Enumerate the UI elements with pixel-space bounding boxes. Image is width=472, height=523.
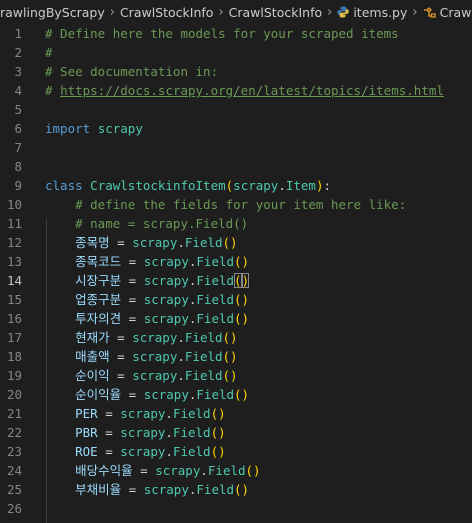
line-number: 22 — [6, 425, 22, 440]
line-number: 19 — [6, 368, 22, 383]
line-number: 18 — [6, 349, 22, 364]
line-code: 업종구분 = scrapy.Field() — [75, 292, 250, 307]
class-symbol-icon — [423, 7, 436, 18]
code-line[interactable]: 9 class CrawlstockinfoItem(scrapy.Item): — [0, 176, 472, 195]
code-line[interactable]: 14 시장구분 = scrapy.Field() — [0, 271, 472, 290]
breadcrumb: rawlingByScrapy › CrawlStockInfo › Crawl… — [0, 0, 472, 24]
line-number: 14 — [6, 273, 22, 288]
line-code: 종목명 = scrapy.Field() — [75, 235, 238, 250]
code-line[interactable]: 6 import scrapy — [0, 119, 472, 138]
line-number: 3 — [14, 64, 22, 79]
line-code: 투자의견 = scrapy.Field() — [75, 311, 250, 326]
breadcrumb-symbol[interactable]: CrawlstockinfoItem — [423, 5, 472, 20]
line-number: 10 — [6, 197, 22, 212]
line-code: # Define here the models for your scrape… — [45, 26, 399, 41]
code-line[interactable]: 15 업종구분 = scrapy.Field() — [0, 290, 472, 309]
code-line[interactable]: 12 종목명 = scrapy.Field() — [0, 233, 472, 252]
line-code: PBR = scrapy.Field() — [75, 425, 226, 440]
code-line[interactable]: 13 종목코드 = scrapy.Field() — [0, 252, 472, 271]
code-line[interactable]: 17 현재가 = scrapy.Field() — [0, 328, 472, 347]
line-code: 현재가 = scrapy.Field() — [75, 330, 238, 345]
line-code: import scrapy — [45, 121, 143, 136]
breadcrumb-folder-project[interactable]: CrawlStockInfo — [120, 5, 213, 20]
line-number: 21 — [6, 406, 22, 421]
chevron-right-icon: › — [412, 4, 418, 20]
code-line[interactable]: 25 부채비율 = scrapy.Field() — [0, 480, 472, 499]
line-code: 부채비율 = scrapy.Field() — [75, 482, 250, 497]
code-line[interactable]: 21 PER = scrapy.Field() — [0, 404, 472, 423]
documentation-link[interactable]: https://docs.scrapy.org/en/latest/topics… — [60, 83, 444, 98]
line-number: 8 — [14, 159, 22, 174]
code-line[interactable]: 26 — [0, 499, 472, 518]
line-code: # See documentation in: — [45, 64, 219, 79]
breadcrumb-folder-package[interactable]: CrawlStockInfo — [229, 5, 322, 20]
line-number: 20 — [6, 387, 22, 402]
code-editor[interactable]: 1 # Define here the models for your scrap… — [0, 24, 472, 523]
code-line[interactable]: 10 # define the fields for your item her… — [0, 195, 472, 214]
line-number: 17 — [6, 330, 22, 345]
line-code: 시장구분 = scrapy.Field() — [75, 273, 250, 288]
line-code: class CrawlstockinfoItem(scrapy.Item): — [45, 178, 332, 193]
line-number: 25 — [6, 482, 22, 497]
line-code: ROE = scrapy.Field() — [75, 444, 226, 459]
line-number: 15 — [6, 292, 22, 307]
chevron-right-icon: › — [109, 4, 115, 20]
line-code: # define the fields for your item here l… — [45, 197, 407, 212]
line-number: 4 — [14, 83, 22, 98]
code-line[interactable]: 7 — [0, 138, 472, 157]
line-code: # — [45, 45, 53, 60]
line-number: 2 — [14, 45, 22, 60]
line-code: 종목코드 = scrapy.Field() — [75, 254, 250, 269]
code-line[interactable]: 5 — [0, 100, 472, 119]
breadcrumb-file[interactable]: items.py — [337, 5, 407, 20]
code-line[interactable]: 1 # Define here the models for your scrap… — [0, 24, 472, 43]
chevron-right-icon: › — [327, 4, 333, 20]
breadcrumb-file-label: items.py — [353, 4, 408, 20]
code-line[interactable]: 2 # — [0, 43, 472, 62]
breadcrumb-symbol-label: CrawlstockinfoItem — [439, 4, 472, 20]
chevron-right-icon: › — [218, 4, 224, 20]
line-code: 순이익율 = scrapy.Field() — [75, 387, 250, 402]
code-line[interactable]: 24 배당수익율 = scrapy.Field() — [0, 461, 472, 480]
code-line[interactable]: 19 순이익 = scrapy.Field() — [0, 366, 472, 385]
code-line[interactable]: 11 # name = scrapy.Field() — [0, 214, 472, 233]
line-number: 7 — [14, 140, 22, 155]
line-code: 순이익 = scrapy.Field() — [75, 368, 238, 383]
line-code: 매출액 = scrapy.Field() — [75, 349, 238, 364]
line-number: 5 — [14, 102, 22, 117]
code-line[interactable]: 18 매출액 = scrapy.Field() — [0, 347, 472, 366]
code-line[interactable]: 23 ROE = scrapy.Field() — [0, 442, 472, 461]
line-number: 26 — [6, 501, 22, 516]
code-line[interactable]: 4 # https://docs.scrapy.org/en/latest/top… — [0, 81, 472, 100]
code-line[interactable]: 16 투자의견 = scrapy.Field() — [0, 309, 472, 328]
line-number: 12 — [6, 235, 22, 250]
line-number: 1 — [14, 26, 22, 41]
line-code: # name = scrapy.Field() — [45, 216, 249, 231]
line-number: 16 — [6, 311, 22, 326]
line-number: 13 — [6, 254, 22, 269]
line-code: # https://docs.scrapy.org/en/latest/topi… — [45, 83, 444, 98]
line-number: 6 — [14, 121, 22, 136]
line-number: 23 — [6, 444, 22, 459]
code-line[interactable]: 8 — [0, 157, 472, 176]
line-code: PER = scrapy.Field() — [75, 406, 226, 421]
breadcrumb-folder-root[interactable]: rawlingByScrapy — [0, 5, 105, 20]
line-code: 배당수익율 = scrapy.Field() — [75, 463, 261, 478]
code-line[interactable]: 22 PBR = scrapy.Field() — [0, 423, 472, 442]
code-line[interactable]: 20 순이익율 = scrapy.Field() — [0, 385, 472, 404]
line-number: 11 — [6, 216, 22, 231]
code-line[interactable]: 3 # See documentation in: — [0, 62, 472, 81]
python-icon — [337, 6, 350, 18]
line-number: 9 — [14, 178, 22, 193]
line-number: 24 — [6, 463, 22, 478]
